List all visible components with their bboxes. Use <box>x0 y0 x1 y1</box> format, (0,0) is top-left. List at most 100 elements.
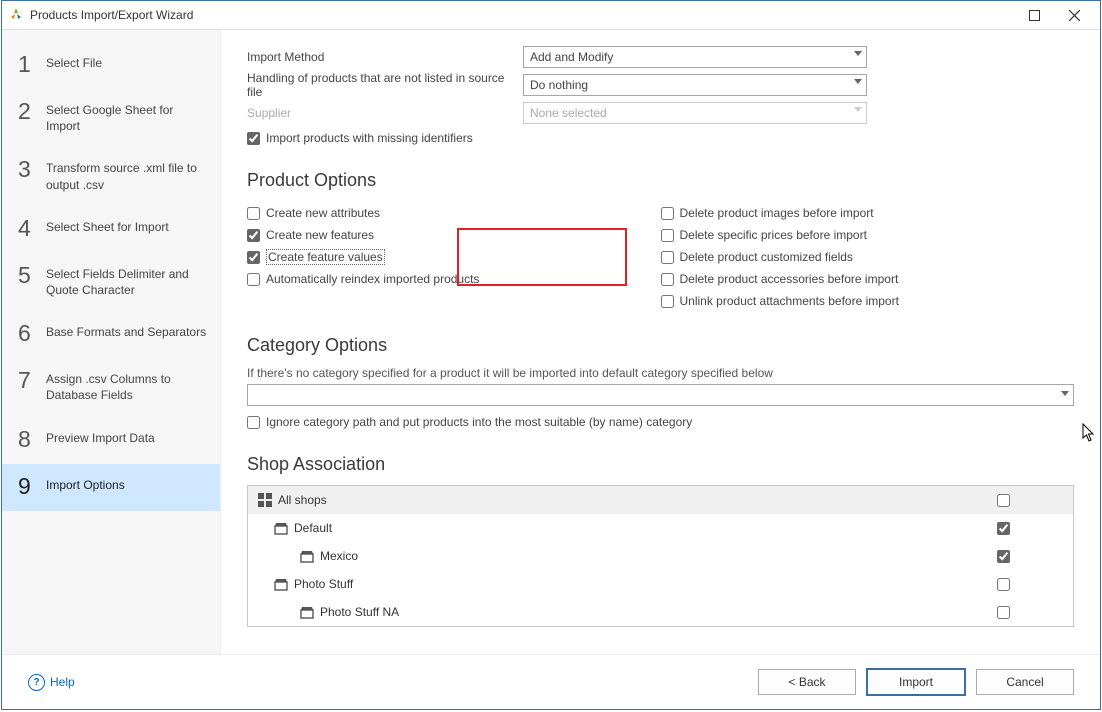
option-checkbox[interactable] <box>661 295 674 308</box>
titlebar: Products Import/Export Wizard <box>2 1 1100 30</box>
option-row: Automatically reindex imported products <box>247 269 661 289</box>
shop-checkbox[interactable] <box>997 606 1010 619</box>
step-label: Select Sheet for Import <box>42 219 210 235</box>
option-label: Create feature values <box>266 250 385 264</box>
step-number: 4 <box>18 217 42 240</box>
shop-name: All shops <box>278 493 327 507</box>
chevron-down-icon <box>854 51 862 56</box>
shop-name: Default <box>294 521 332 535</box>
import-method-select[interactable]: Add and Modify <box>523 46 867 68</box>
product-options-left-col: Create new attributes Create new features… <box>247 201 661 313</box>
help-icon: ? <box>28 674 45 691</box>
option-row: Delete product customized fields <box>661 247 1075 267</box>
step-number: 5 <box>18 264 42 287</box>
shop-name: Photo Stuff <box>294 577 353 591</box>
cancel-button[interactable]: Cancel <box>976 669 1074 695</box>
shop-icon <box>274 577 288 591</box>
wizard-step-5[interactable]: 5Select Fields Delimiter and Quote Chara… <box>2 253 220 311</box>
option-label: Create new features <box>266 228 374 242</box>
step-label: Transform source .xml file to output .cs… <box>42 160 210 192</box>
option-checkbox[interactable] <box>247 229 260 242</box>
shop-row[interactable]: Mexico <box>248 542 1073 570</box>
wizard-step-9[interactable]: 9Import Options <box>2 464 220 511</box>
import-missing-row: Import products with missing identifiers <box>247 128 1074 148</box>
step-number: 8 <box>18 428 42 451</box>
wizard-step-4[interactable]: 4Select Sheet for Import <box>2 206 220 253</box>
wizard-step-8[interactable]: 8Preview Import Data <box>2 417 220 464</box>
back-button[interactable]: < Back <box>758 669 856 695</box>
shop-row[interactable]: All shops <box>248 486 1073 514</box>
option-row: Create new attributes <box>247 203 661 223</box>
wizard-steps-sidebar: 1Select File2Select Google Sheet for Imp… <box>2 30 221 654</box>
option-label: Unlink product attachments before import <box>680 294 899 308</box>
step-label: Select Fields Delimiter and Quote Charac… <box>42 266 210 298</box>
step-number: 6 <box>18 322 42 345</box>
import-method-label: Import Method <box>247 50 523 64</box>
option-checkbox[interactable] <box>247 251 260 264</box>
ignore-category-checkbox[interactable] <box>247 416 260 429</box>
shop-row[interactable]: Photo Stuff NA <box>248 598 1073 626</box>
step-number: 9 <box>18 475 42 498</box>
step-number: 1 <box>18 53 42 76</box>
window-title: Products Import/Export Wizard <box>30 8 1014 22</box>
wizard-step-1[interactable]: 1Select File <box>2 42 220 89</box>
option-checkbox[interactable] <box>247 273 260 286</box>
help-link[interactable]: ?Help <box>28 674 75 691</box>
option-row: Delete specific prices before import <box>661 225 1075 245</box>
step-number: 3 <box>18 158 42 181</box>
step-label: Preview Import Data <box>42 430 210 446</box>
option-label: Delete product accessories before import <box>680 272 899 286</box>
supplier-select: None selected <box>523 102 867 124</box>
option-row: Create feature values <box>247 247 661 267</box>
ignore-category-row: Ignore category path and put products in… <box>247 412 1074 432</box>
maximize-button[interactable] <box>1014 2 1054 28</box>
step-label: Assign .csv Columns to Database Fields <box>42 371 210 403</box>
step-number: 2 <box>18 100 42 123</box>
default-category-select[interactable] <box>247 384 1074 406</box>
import-missing-label: Import products with missing identifiers <box>266 131 473 145</box>
wizard-step-2[interactable]: 2Select Google Sheet for Import <box>2 89 220 147</box>
option-row: Create new features <box>247 225 661 245</box>
close-button[interactable] <box>1054 2 1094 28</box>
import-missing-checkbox[interactable] <box>247 132 260 145</box>
shop-checkbox[interactable] <box>997 578 1010 591</box>
step-label: Import Options <box>42 477 210 493</box>
shop-icon <box>274 521 288 535</box>
handling-select[interactable]: Do nothing <box>523 74 867 96</box>
product-options-right-col: Delete product images before import Delet… <box>661 201 1075 313</box>
supplier-label: Supplier <box>247 106 523 120</box>
shop-checkbox[interactable] <box>997 494 1010 507</box>
option-row: Delete product images before import <box>661 203 1075 223</box>
shop-row[interactable]: Default <box>248 514 1073 542</box>
option-checkbox[interactable] <box>661 229 674 242</box>
step-label: Select File <box>42 55 210 71</box>
chevron-down-icon <box>854 107 862 112</box>
shop-checkbox[interactable] <box>997 550 1010 563</box>
import-button[interactable]: Import <box>866 668 966 696</box>
option-checkbox[interactable] <box>247 207 260 220</box>
wizard-step-7[interactable]: 7Assign .csv Columns to Database Fields <box>2 358 220 416</box>
option-label: Delete specific prices before import <box>680 228 867 242</box>
handling-label: Handling of products that are not listed… <box>247 71 523 99</box>
category-note: If there's no category specified for a p… <box>247 366 1074 380</box>
import-method-row: Import Method Add and Modify <box>247 46 1074 68</box>
shop-row[interactable]: Photo Stuff <box>248 570 1073 598</box>
option-label: Delete product images before import <box>680 206 874 220</box>
main-panel: Import Method Add and Modify Handling of… <box>221 30 1100 654</box>
category-options-heading: Category Options <box>247 335 1074 356</box>
handling-row: Handling of products that are not listed… <box>247 71 1074 99</box>
option-checkbox[interactable] <box>661 207 674 220</box>
app-icon <box>8 7 24 23</box>
option-checkbox[interactable] <box>661 273 674 286</box>
product-options-heading: Product Options <box>247 170 1074 191</box>
wizard-step-3[interactable]: 3Transform source .xml file to output .c… <box>2 147 220 205</box>
shop-association-heading: Shop Association <box>247 454 1074 475</box>
wizard-step-6[interactable]: 6Base Formats and Separators <box>2 311 220 358</box>
shop-checkbox[interactable] <box>997 522 1010 535</box>
shop-icon <box>300 549 314 563</box>
wizard-window: Products Import/Export Wizard 1Select Fi… <box>1 0 1101 710</box>
shop-name: Mexico <box>320 549 358 563</box>
option-checkbox[interactable] <box>661 251 674 264</box>
step-label: Base Formats and Separators <box>42 324 210 340</box>
shop-icon <box>300 605 314 619</box>
